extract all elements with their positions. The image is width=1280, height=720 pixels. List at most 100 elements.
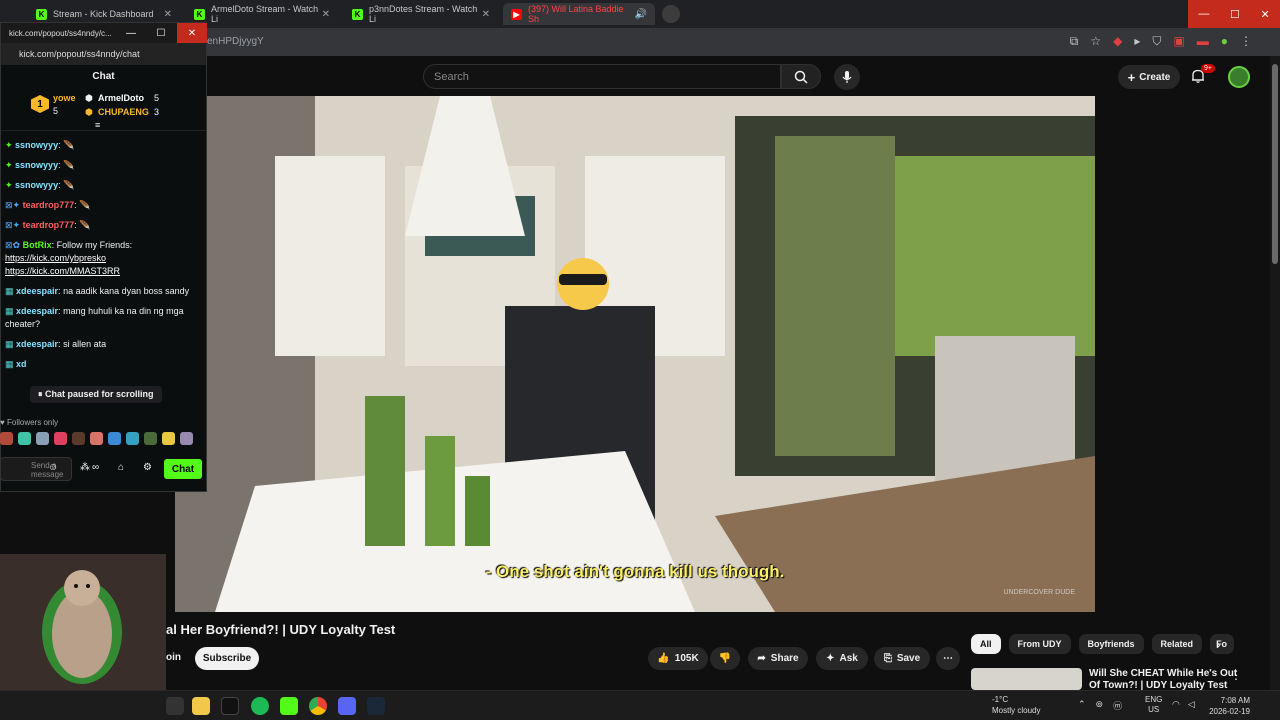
chat-username[interactable]: xdeespair [16, 306, 58, 316]
gear-icon[interactable]: ⚙ [143, 462, 152, 473]
chat-message-input[interactable]: Send a message [0, 457, 72, 481]
chat-username[interactable]: teardrop777 [23, 200, 75, 210]
close-icon[interactable]: ✕ [482, 9, 490, 20]
popout-url-bar[interactable]: kick.com/popout/ss4nndy/chat [1, 43, 206, 65]
discord-icon[interactable] [338, 697, 356, 715]
like-button[interactable]: 👍 105K [648, 647, 708, 670]
create-button[interactable]: + Create [1118, 65, 1180, 89]
emote-icon[interactable] [180, 432, 193, 445]
tiktok-icon[interactable] [221, 697, 239, 715]
emote-icon[interactable] [90, 432, 103, 445]
bits-icon[interactable]: ⁂ [80, 462, 90, 473]
gift-icon[interactable]: ⌂ [118, 462, 124, 473]
network-icon[interactable]: ⊚ [1096, 699, 1104, 712]
emote-icon[interactable] [126, 432, 139, 445]
related-video-thumbnail[interactable] [971, 668, 1082, 690]
emote-icon[interactable] [108, 432, 121, 445]
chat-username[interactable]: ssnowyyy [15, 160, 58, 170]
chat-username[interactable]: xdeespair [16, 286, 58, 296]
shield-icon[interactable]: ⛉ [1152, 34, 1161, 49]
new-tab-button[interactable] [662, 5, 680, 23]
search-input[interactable]: Search [423, 64, 781, 89]
taskbar-clock[interactable]: 7:08 AM 2026-02-19 [1208, 695, 1250, 717]
minimize-icon[interactable]: — [116, 23, 146, 43]
more-vert-icon[interactable]: ⋮ [1230, 668, 1242, 682]
leader-name[interactable]: yowe [53, 93, 76, 103]
dislike-button[interactable]: 👎 [710, 647, 740, 670]
leader-name[interactable]: ArmelDoto [98, 93, 144, 103]
chevron-up-icon[interactable]: ⌃ [1078, 699, 1086, 712]
extension-icon[interactable]: ▬ [1197, 34, 1209, 49]
chevron-right-icon[interactable]: › [1216, 636, 1221, 652]
browser-tab-armeldoto[interactable]: K ArmelDoto Stream - Watch Li ✕ [186, 3, 338, 25]
maximize-icon[interactable]: ☐ [146, 23, 176, 43]
browser-tab-p3nndotes[interactable]: K p3nnDotes Stream - Watch Li ✕ [344, 3, 498, 25]
chat-username[interactable]: teardrop777 [23, 220, 75, 230]
related-video-title[interactable]: Will She CHEAT While He's Out Of Town?! … [1089, 668, 1239, 690]
chip-fo[interactable]: Fo [1210, 634, 1235, 654]
minimize-icon[interactable]: — [1198, 8, 1209, 20]
emote-icon[interactable] [144, 432, 157, 445]
maximize-icon[interactable]: ☐ [1230, 8, 1240, 21]
play-icon[interactable]: ▸ [1134, 34, 1140, 49]
chat-messages[interactable]: ✦ ssnowyyy: 🪶 ✦ ssnowyyy: 🪶 ✦ ssnowyyy: … [1, 131, 206, 396]
url-text[interactable]: enHPDjyygY [207, 36, 264, 47]
extension-icon[interactable]: ◆ [1113, 34, 1122, 49]
chat-username[interactable]: xd [16, 359, 27, 369]
video-player[interactable]: - One shot ain't gonna kill us though. U… [175, 96, 1095, 612]
chat-username[interactable]: BotRix [23, 240, 52, 250]
close-icon[interactable]: ✕ [322, 9, 330, 20]
language-indicator[interactable]: ENG US [1145, 695, 1162, 715]
chat-link[interactable]: https://kick.com/MMAST3RR [5, 266, 120, 276]
ask-button[interactable]: ✦ Ask [816, 647, 868, 670]
subscribe-button[interactable]: Subscribe [195, 647, 259, 670]
leader-name[interactable]: CHUPAENG [98, 107, 149, 117]
search-button[interactable] [781, 64, 821, 89]
chat-username[interactable]: ssnowyyy [15, 140, 58, 150]
cast-icon[interactable]: ⧉ [1070, 34, 1079, 49]
steam-icon[interactable] [367, 697, 385, 715]
close-icon[interactable]: ✕ [177, 23, 207, 43]
send-chat-button[interactable]: Chat [164, 459, 202, 479]
join-button[interactable]: oin [166, 652, 181, 663]
profile-avatar-icon[interactable]: ● [1221, 34, 1228, 49]
chip-all[interactable]: All [971, 634, 1001, 654]
scrollbar-thumb[interactable] [1272, 64, 1278, 264]
emote-icon[interactable] [54, 432, 67, 445]
more-actions-button[interactable]: ⋯ [936, 647, 960, 670]
speaker-icon[interactable]: 🔊 [635, 9, 647, 20]
avatar[interactable] [1228, 66, 1250, 88]
spotify-icon[interactable] [251, 697, 269, 715]
chip-boyfriends[interactable]: Boyfriends [1078, 634, 1144, 654]
chrome-icon[interactable] [309, 697, 327, 715]
save-button[interactable]: ⎘ Save [874, 647, 930, 670]
chat-username[interactable]: ssnowyyy [15, 180, 58, 190]
emote-icon[interactable] [18, 432, 31, 445]
chat-paused-indicator[interactable]: ⏸ Chat paused for scrolling [30, 386, 162, 403]
bookmark-star-icon[interactable]: ☆ [1090, 34, 1101, 49]
expand-leaderboard-icon[interactable]: ≡ [95, 120, 100, 130]
chip-from-udy[interactable]: From UDY [1008, 634, 1071, 654]
extension-icon[interactable]: ▣ [1173, 34, 1184, 49]
menu-dots-icon[interactable]: ⋮ [1240, 34, 1252, 49]
quick-settings[interactable]: ◠ ◁ [1172, 699, 1195, 710]
voice-search-button[interactable] [834, 64, 860, 90]
emote-icon[interactable] [36, 432, 49, 445]
chip-related[interactable]: Related [1151, 634, 1203, 654]
close-icon[interactable]: ✕ [164, 9, 172, 20]
emote-picker-icon[interactable]: ☺ [48, 462, 58, 473]
taskbar-app-icon[interactable] [166, 697, 184, 715]
share-button[interactable]: ➦ Share [748, 647, 808, 670]
infinity-icon[interactable]: ∞ [92, 462, 99, 473]
emote-icon[interactable] [72, 432, 85, 445]
browser-tab-youtube[interactable]: ▶ (397) Will Latina Baddie Sh 🔊 [503, 3, 655, 25]
chat-username[interactable]: xdeespair [16, 339, 58, 349]
page-scrollbar[interactable] [1270, 56, 1280, 690]
weather-widget[interactable]: -1°C Mostly cloudy [970, 694, 1040, 716]
file-explorer-icon[interactable] [192, 697, 210, 715]
kick-icon[interactable] [280, 697, 298, 715]
microphone-icon[interactable]: ⓜ [1113, 699, 1122, 712]
chat-link[interactable]: https://kick.com/ybpresko [5, 253, 106, 263]
close-icon[interactable]: ✕ [1260, 8, 1269, 21]
emote-icon[interactable] [0, 432, 13, 445]
